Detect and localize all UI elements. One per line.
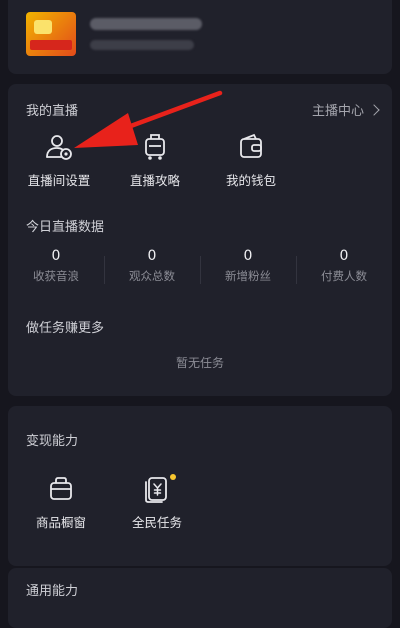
stat-label: 新增粉丝	[225, 269, 271, 283]
tool-label: 直播攻略	[129, 173, 180, 188]
monetization-title: 变现能力	[26, 434, 79, 449]
stat-total-viewers[interactable]: 0 观众总数	[104, 248, 200, 292]
my-live-title: 我的直播	[26, 104, 79, 119]
stat-new-fans[interactable]: 0 新增粉丝	[200, 248, 296, 292]
product-showcase-button[interactable]: 商品橱窗	[16, 474, 106, 531]
tool-label: 全民任务	[131, 515, 182, 530]
stat-value: 0	[51, 248, 61, 264]
user-settings-icon	[46, 135, 72, 160]
monetization-card: 变现能力 商品橱窗 全民任务	[8, 406, 392, 566]
tool-label: 直播间设置	[27, 173, 91, 188]
stat-label: 收获音浪	[33, 269, 79, 283]
stat-value: 0	[147, 248, 157, 264]
tool-label: 商品橱窗	[35, 515, 86, 530]
tool-label: 我的钱包	[225, 173, 276, 188]
universal-task-button[interactable]: 全民任务	[112, 474, 202, 531]
stat-label: 观众总数	[129, 269, 175, 283]
stat-sound-waves[interactable]: 0 收获音浪	[8, 248, 104, 292]
banner-card[interactable]	[8, 0, 392, 74]
cart-guide-icon	[145, 134, 165, 160]
shop-window-icon	[50, 477, 72, 500]
tasks-empty-text: 暂无任务	[175, 356, 224, 370]
chevron-right-icon	[368, 103, 380, 116]
stat-label: 付费人数	[321, 269, 367, 283]
stat-paying-users[interactable]: 0 付费人数	[296, 248, 392, 292]
wallet-icon	[240, 133, 262, 158]
my-live-card: 我的直播 主播中心 直播间设置 直播攻略 我的钱包 今日直播数据 0 收获音浪 …	[8, 84, 392, 396]
live-room-settings-button[interactable]: 直播间设置	[14, 132, 104, 189]
today-stats: 0 收获音浪 0 观众总数 0 新增粉丝 0 付费人数	[8, 248, 392, 292]
logo-band	[30, 40, 72, 50]
anchor-center-label: 主播中心	[311, 104, 364, 119]
event-logo	[26, 12, 76, 56]
general-title: 通用能力	[26, 584, 79, 599]
tasks-title: 做任务赚更多	[26, 321, 105, 336]
today-data-title: 今日直播数据	[26, 220, 105, 235]
logo-highlight	[34, 20, 52, 34]
stat-value: 0	[243, 248, 253, 264]
new-badge-dot	[170, 474, 176, 480]
anchor-center-link[interactable]: 主播中心	[311, 100, 380, 119]
my-wallet-button[interactable]: 我的钱包	[206, 132, 296, 189]
stat-value: 0	[339, 248, 349, 264]
general-card: 通用能力	[8, 568, 392, 628]
banner-subtitle-blurred	[90, 40, 194, 50]
live-guide-button[interactable]: 直播攻略	[110, 132, 200, 189]
task-yuan-icon	[145, 477, 167, 503]
banner-title-blurred	[90, 18, 202, 30]
